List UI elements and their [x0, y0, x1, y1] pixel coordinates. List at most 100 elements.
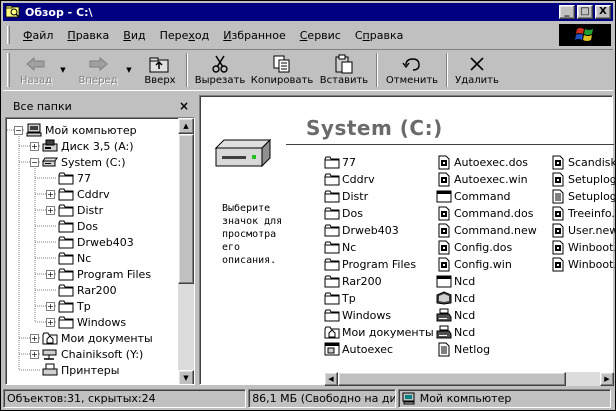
- expand-icon[interactable]: +: [30, 142, 39, 151]
- file-item[interactable]: Program Files: [324, 256, 416, 272]
- tree-item[interactable]: Мой компьютер: [26, 122, 137, 138]
- file-item[interactable]: Setuplog.: [550, 171, 616, 187]
- scroll-up-arrow-icon[interactable]: ▲: [178, 118, 194, 134]
- file-item[interactable]: Ncd: [436, 324, 475, 340]
- file-item[interactable]: User.new: [550, 222, 616, 238]
- tree-item[interactable]: Диск 3,5 (A:): [42, 138, 134, 154]
- cut-button[interactable]: Вырезать: [192, 51, 248, 89]
- scroll-down-arrow-icon[interactable]: ▼: [178, 370, 194, 384]
- tree-item[interactable]: Chainiksoft (Y:): [42, 346, 143, 362]
- folder-tree[interactable]: Мой компьютер − Диск 3,5 (A:) + System (C:) −…: [5, 117, 195, 385]
- menu-tools[interactable]: Сервис: [293, 29, 348, 42]
- expand-icon[interactable]: +: [46, 318, 55, 327]
- tree-item[interactable]: 77: [58, 170, 91, 186]
- menu-favorites[interactable]: Избранное: [216, 29, 292, 42]
- cut-label: Вырезать: [194, 75, 246, 86]
- file-item[interactable]: Ncd: [436, 307, 475, 323]
- scroll-left-arrow-icon[interactable]: ◀: [324, 372, 338, 386]
- menu-bar-grip[interactable]: [7, 26, 10, 44]
- tree-item[interactable]: Принтеры: [42, 362, 119, 378]
- explorer-app-icon[interactable]: [5, 5, 21, 19]
- expand-icon[interactable]: +: [46, 206, 55, 215]
- forward-dropdown-icon[interactable]: ▼: [124, 66, 134, 74]
- back-button[interactable]: Назад: [14, 51, 58, 89]
- file-list-scrollbar[interactable]: ◀ ▶: [324, 372, 614, 386]
- forward-button[interactable]: Вперед: [72, 51, 124, 89]
- maximize-button[interactable]: □: [577, 5, 593, 19]
- close-button[interactable]: X: [595, 5, 611, 19]
- file-item[interactable]: Rar200: [324, 273, 382, 289]
- tree-item[interactable]: Drweb403: [58, 234, 134, 250]
- system-file-icon: [436, 206, 452, 220]
- file-item[interactable]: Scandisk.: [550, 154, 616, 170]
- file-item[interactable]: Setuplog: [550, 188, 616, 204]
- computer-icon: [402, 392, 416, 405]
- tree-item[interactable]: Nc: [58, 250, 91, 266]
- paste-button[interactable]: Вставить: [316, 51, 372, 89]
- file-item[interactable]: 77: [324, 154, 356, 170]
- tree-item[interactable]: Windows: [58, 314, 126, 330]
- minimize-button[interactable]: _: [559, 5, 575, 19]
- file-item[interactable]: Distr: [324, 188, 368, 204]
- file-item[interactable]: Autoexec.win: [436, 171, 528, 187]
- tree-item[interactable]: Cddrv: [58, 186, 110, 202]
- file-item[interactable]: Drweb403: [324, 222, 399, 238]
- folders-pane-close-icon[interactable]: ×: [179, 99, 189, 113]
- tree-item[interactable]: Distr: [58, 202, 103, 218]
- tree-item[interactable]: System (C:): [42, 154, 126, 170]
- file-item[interactable]: Command.dos: [436, 205, 533, 221]
- file-item[interactable]: Config.win: [436, 256, 512, 272]
- folder-icon: [58, 267, 74, 281]
- tree-item[interactable]: Мои документы: [42, 330, 153, 346]
- file-item[interactable]: Command.new: [436, 222, 537, 238]
- menu-file[interactable]: Файл: [16, 29, 60, 42]
- collapse-icon[interactable]: −: [14, 126, 23, 135]
- system-file-icon: [436, 223, 452, 237]
- menu-edit[interactable]: Правка: [60, 29, 116, 42]
- tree-item[interactable]: Rar200: [58, 282, 117, 298]
- tree-item[interactable]: Dos: [58, 218, 98, 234]
- tree-item[interactable]: Tp: [58, 298, 91, 314]
- file-item[interactable]: Dos: [324, 205, 363, 221]
- scroll-right-arrow-icon[interactable]: ▶: [600, 372, 614, 386]
- undo-button[interactable]: Отменить: [382, 51, 442, 89]
- collapse-icon[interactable]: −: [30, 158, 39, 167]
- file-item[interactable]: Autoexec: [324, 341, 393, 357]
- back-dropdown-icon[interactable]: ▼: [58, 66, 68, 74]
- delete-button[interactable]: Удалить: [452, 51, 502, 89]
- back-arrow-icon: [24, 54, 48, 74]
- expand-icon[interactable]: +: [30, 350, 39, 359]
- up-button[interactable]: Вверх: [138, 51, 182, 89]
- scroll-thumb[interactable]: [178, 134, 194, 284]
- system-file-icon: [550, 257, 566, 271]
- file-item[interactable]: Windows: [324, 307, 391, 323]
- tree-item-label: 77: [77, 171, 91, 185]
- file-item[interactable]: Winboot.n: [550, 256, 616, 272]
- file-item[interactable]: Nc: [324, 239, 356, 255]
- toolbar-grip[interactable]: [7, 53, 10, 87]
- file-item[interactable]: Tp: [324, 290, 356, 306]
- expand-icon[interactable]: +: [46, 190, 55, 199]
- expand-icon[interactable]: +: [46, 302, 55, 311]
- file-item[interactable]: Treeinfo.n: [550, 205, 616, 221]
- floppy-icon: [42, 139, 58, 153]
- file-item[interactable]: Netlog: [436, 341, 490, 357]
- file-item[interactable]: Autoexec.dos: [436, 154, 528, 170]
- file-item[interactable]: Мои документы: [324, 324, 434, 340]
- folder-tree-scrollbar[interactable]: ▲ ▼: [178, 118, 194, 384]
- file-item[interactable]: Command: [436, 188, 511, 204]
- expand-icon[interactable]: +: [46, 270, 55, 279]
- menu-view[interactable]: Вид: [116, 29, 152, 42]
- tree-item[interactable]: Program Files: [58, 266, 151, 282]
- menu-help[interactable]: Справка: [348, 29, 410, 42]
- undo-icon: [400, 54, 424, 74]
- file-item[interactable]: Winboot.': [550, 239, 616, 255]
- file-item[interactable]: Ncd: [436, 290, 475, 306]
- file-item[interactable]: Ncd: [436, 273, 475, 289]
- file-item[interactable]: Cddrv: [324, 171, 375, 187]
- copy-button[interactable]: Копировать: [248, 51, 316, 89]
- scroll-thumb[interactable]: [338, 372, 566, 386]
- file-item[interactable]: Config.dos: [436, 239, 512, 255]
- menu-go[interactable]: Переход: [153, 29, 217, 42]
- expand-icon[interactable]: +: [30, 334, 39, 343]
